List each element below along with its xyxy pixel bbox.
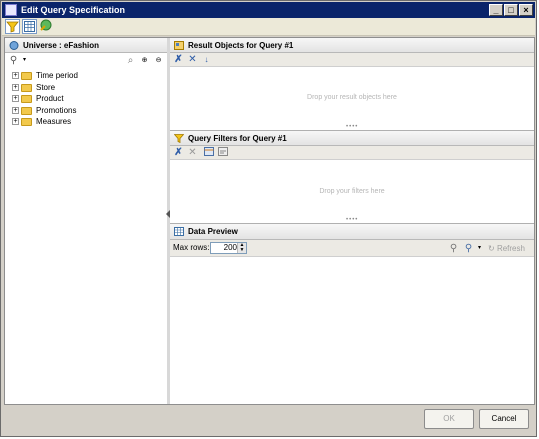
query-filters-header: Query Filters for Query #1 <box>170 131 534 146</box>
remove-all-icon[interactable]: ✗ <box>173 54 184 65</box>
universe-icon <box>9 41 19 50</box>
tree-item-label: Store <box>36 83 56 92</box>
edit-query-dialog: Edit Query Specification _ □ × Universe … <box>0 0 537 437</box>
splitter-grip[interactable]: •••• <box>346 124 360 130</box>
result-objects-icon <box>174 41 184 50</box>
result-objects-toolbar: ✗ ✕ ↓ <box>170 53 534 67</box>
folder-icon <box>21 84 32 92</box>
data-preview-header: Data Preview <box>170 224 534 240</box>
funnel-icon <box>174 134 184 143</box>
content-area: Universe : eFashion ⚲ ▾ ⌕ ⊕ ⊖ + Time per… <box>4 37 535 405</box>
query-properties-button[interactable] <box>39 19 54 34</box>
data-preview-toggle[interactable] <box>22 19 37 34</box>
search-icon[interactable]: ⚲ <box>463 243 474 254</box>
refresh-button[interactable]: ↻ Refresh <box>488 243 525 254</box>
result-objects-panel: Result Objects for Query #1 ✗ ✕ ↓ Drop y… <box>170 38 534 130</box>
maximize-button[interactable]: □ <box>504 4 518 16</box>
folder-icon <box>21 118 32 126</box>
add-filter-icon[interactable] <box>203 147 214 158</box>
universe-toolbar: ⚲ ▾ ⌕ ⊕ ⊖ <box>5 53 167 67</box>
data-preview-toolbar: Max rows: 200 ▲ ▼ ⚲ ⚲ ▾ ↻ Refresh <box>170 240 534 257</box>
data-preview-grid <box>170 257 534 404</box>
refresh-label: Refresh <box>496 244 525 253</box>
folder-icon <box>21 72 32 80</box>
tree-item-label: Promotions <box>36 106 77 115</box>
cancel-button[interactable]: Cancel <box>479 409 529 429</box>
chevron-down-icon[interactable]: ▾ <box>19 55 30 66</box>
remove-icon[interactable]: ✕ <box>187 147 198 158</box>
expand-icon[interactable]: + <box>12 95 19 102</box>
result-objects-dropzone[interactable]: Drop your result objects here <box>170 94 534 101</box>
title-bar[interactable]: Edit Query Specification _ □ × <box>2 2 535 18</box>
minimize-button[interactable]: _ <box>489 4 503 16</box>
expand-icon[interactable]: + <box>12 84 19 91</box>
result-objects-title: Result Objects for Query #1 <box>188 41 294 50</box>
remove-all-icon[interactable]: ✗ <box>173 147 184 158</box>
spin-buttons[interactable]: ▲ ▼ <box>237 243 246 253</box>
table-icon <box>24 21 35 32</box>
sort-icon[interactable]: ↓ <box>201 54 212 65</box>
close-button[interactable]: × <box>519 4 533 16</box>
chevron-down-icon[interactable]: ▾ <box>474 243 485 254</box>
max-rows-stepper[interactable]: 200 ▲ ▼ <box>210 242 247 254</box>
remove-icon[interactable]: ✕ <box>187 54 198 65</box>
splitter-grip[interactable]: •••• <box>346 217 360 223</box>
data-preview-panel: Data Preview Max rows: 200 ▲ ▼ ⚲ ⚲ ▾ ↻ Re… <box>170 224 534 404</box>
filter-results-icon[interactable]: ⚲ <box>448 243 459 254</box>
max-rows-input[interactable]: 200 <box>224 243 237 253</box>
query-filter-toggle[interactable] <box>5 19 20 34</box>
find-icon[interactable]: ⌕ <box>125 55 136 66</box>
max-rows-label: Max rows: <box>173 243 210 252</box>
expand-icon[interactable]: + <box>12 72 19 79</box>
window-title: Edit Query Specification <box>21 5 126 15</box>
tree-item-label: Measures <box>36 117 72 126</box>
query-filters-dropzone[interactable]: Drop your filters here <box>170 188 534 195</box>
refresh-icon: ↻ <box>488 244 497 253</box>
funnel-icon <box>6 21 19 33</box>
query-filters-panel: Query Filters for Query #1 ✗ ✕ Drop your… <box>170 131 534 223</box>
ok-button[interactable]: OK <box>424 409 474 429</box>
data-preview-title: Data Preview <box>188 227 238 236</box>
expand-icon[interactable]: + <box>12 118 19 125</box>
collapse-all-icon[interactable]: ⊖ <box>153 55 164 66</box>
expand-icon[interactable]: + <box>12 107 19 114</box>
search-icon[interactable]: ⚲ <box>8 55 19 66</box>
result-objects-header: Result Objects for Query #1 <box>170 38 534 53</box>
app-icon <box>5 4 17 16</box>
tree-item-label: Product <box>36 94 64 103</box>
query-filters-title: Query Filters for Query #1 <box>188 134 287 143</box>
main-toolbar <box>2 18 535 36</box>
table-icon <box>174 227 184 236</box>
tree-item-label: Time period <box>36 71 78 80</box>
add-subquery-icon[interactable] <box>217 147 228 158</box>
query-filters-toolbar: ✗ ✕ <box>170 146 534 160</box>
universe-panel-header: Universe : eFashion <box>5 38 167 53</box>
expand-all-icon[interactable]: ⊕ <box>139 55 150 66</box>
universe-panel: Universe : eFashion ⚲ ▾ ⌕ ⊕ ⊖ + Time per… <box>5 38 168 404</box>
folder-icon <box>21 107 32 115</box>
universe-title: Universe : eFashion <box>23 41 100 50</box>
properties-icon <box>40 19 52 31</box>
folder-icon <box>21 95 32 103</box>
